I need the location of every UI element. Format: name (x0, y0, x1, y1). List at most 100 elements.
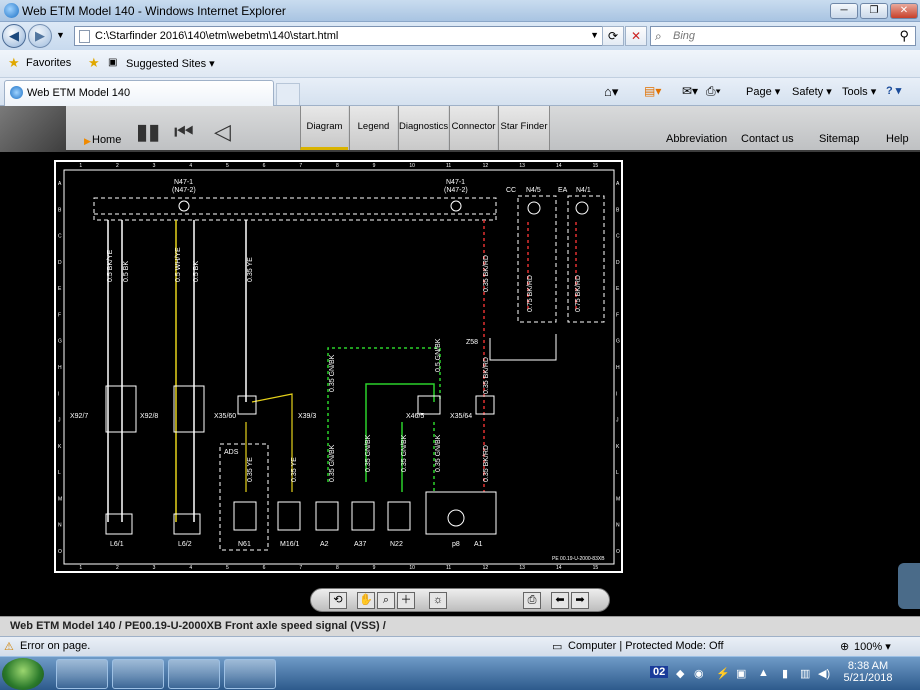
contact-link[interactable]: Contact us (741, 133, 794, 145)
tab-diagnostics[interactable]: Diagnostics (398, 106, 448, 150)
search-icon[interactable]: ⚲ (899, 28, 909, 44)
tray-icon[interactable]: ▣ (736, 667, 746, 680)
taskbar-media-icon[interactable] (168, 659, 220, 689)
search-placeholder: Bing (673, 30, 696, 42)
tools-menu[interactable]: Tools ▾ (842, 85, 876, 98)
abbreviation-link[interactable]: Abbreviation (666, 133, 727, 145)
home-icon[interactable]: ⌂▾ (604, 84, 618, 100)
column-number: 9 (373, 163, 376, 169)
volume-icon[interactable]: ◀) (818, 667, 830, 680)
previous-icon[interactable]: ⬅ (551, 592, 569, 609)
print-icon[interactable]: ⎙ (523, 592, 541, 609)
tray-icon[interactable]: ◆ (676, 667, 684, 680)
tab-diagram[interactable]: Diagram (300, 106, 348, 150)
column-number: 13 (519, 565, 525, 571)
label-n22: N22 (390, 541, 403, 548)
label-x92-8: X92/8 (140, 413, 158, 420)
label-n47-left: N47-1 (174, 179, 193, 186)
page-menu[interactable]: Page ▾ (746, 85, 780, 98)
warning-icon[interactable]: ⚠ (4, 640, 14, 653)
clock[interactable]: 8:38 AM 5/21/2018 (838, 660, 898, 684)
component-n22 (387, 501, 411, 531)
wire-label: 0.75 BK/RD (527, 275, 534, 312)
sitemap-link[interactable]: Sitemap (819, 133, 859, 145)
start-button[interactable] (2, 658, 44, 690)
row-letter: J (58, 418, 61, 424)
column-number: 13 (519, 163, 525, 169)
tray-icon[interactable]: ◉ (694, 667, 704, 680)
address-bar[interactable]: C:\Starfinder 2016\140\etm\webetm\140\st… (74, 26, 604, 46)
row-letter: O (58, 549, 62, 555)
language-indicator[interactable]: 02 (650, 666, 669, 678)
column-number: 5 (226, 565, 229, 571)
book-icon[interactable]: ▮▮ (136, 119, 160, 145)
safety-menu[interactable]: Safety ▾ (792, 85, 832, 98)
print-icon[interactable]: ⎙▾ (706, 84, 721, 99)
wire-label: 0.5 BK (123, 261, 130, 282)
column-number: 1 (79, 565, 82, 571)
battery-icon[interactable]: ▮ (782, 667, 788, 680)
zoom-level[interactable]: 100% ▾ (854, 640, 891, 653)
label-x46-5: X46/5 (406, 413, 424, 420)
tray-icon[interactable]: ⚡ (716, 667, 730, 680)
refresh-button[interactable]: ⟳ (602, 26, 624, 46)
row-letter: F (58, 312, 61, 318)
column-number: 12 (483, 163, 489, 169)
search-box[interactable]: ⌕ Bing ⚲ (650, 26, 916, 46)
wiring-diagram[interactable]: 1 1 2 2 3 3 4 4 5 5 6 6 7 7 8 8 9 9 10 10 11 11 12 12 13 13 14 14 15… (54, 160, 623, 573)
label-ea: EA (558, 187, 568, 194)
previous-page-icon[interactable]: ◁ (214, 119, 231, 145)
browser-tab[interactable]: Web ETM Model 140 (4, 80, 274, 106)
tab-connector[interactable]: Connector (449, 106, 497, 150)
network-icon[interactable]: ▥ (800, 667, 810, 680)
row-letter: A (58, 181, 62, 187)
close-button[interactable]: ✕ (890, 3, 918, 19)
mail-icon[interactable]: ✉▾ (682, 84, 698, 98)
address-dropdown-icon[interactable]: ▼ (590, 30, 599, 40)
wire-label: 0.35 GN/BK (401, 434, 408, 472)
n4-5-module (517, 195, 557, 323)
label-p8: p8 (452, 541, 460, 548)
zoom-icon[interactable]: ⌕ (377, 592, 395, 609)
tray-icon[interactable]: ▲ (758, 667, 769, 679)
label-n47-left2: (N47-2) (172, 187, 196, 194)
internet-explorer-icon (4, 3, 19, 18)
column-number: 15 (593, 163, 599, 169)
stop-button[interactable]: ✕ (625, 26, 647, 46)
component-a37 (351, 501, 375, 531)
first-page-icon[interactable]: ⏮ (174, 119, 194, 145)
suggested-sites-link[interactable]: Suggested Sites ▾ (126, 57, 215, 70)
tab-star-finder[interactable]: Star Finder (498, 106, 550, 150)
history-dropdown-icon[interactable]: ▼ (56, 30, 65, 40)
forward-button[interactable]: ▶ (28, 24, 52, 48)
logo (0, 106, 66, 152)
help-link[interactable]: Help (886, 133, 909, 145)
new-tab-button[interactable] (276, 83, 300, 105)
sensor-icon (178, 200, 190, 212)
connector-x92-8 (173, 385, 205, 433)
maximize-button[interactable]: ❐ (860, 3, 888, 19)
side-panel-tab[interactable] (898, 563, 920, 609)
taskbar: 02 ◆ ◉ ⚡ ▣ ▲ ▮ ▥ ◀) 8:38 AM 5/21/2018 (0, 656, 920, 690)
tab-legend[interactable]: Legend (349, 106, 397, 150)
pan-hand-icon[interactable]: ✋ (357, 592, 375, 609)
row-letter: F (616, 312, 619, 318)
wire-label: 0.5 BK (193, 261, 200, 282)
favorites-button[interactable]: Favorites (26, 57, 71, 69)
label-l6-2: L6/2 (178, 541, 192, 548)
taskbar-teamviewer-icon[interactable] (224, 659, 276, 689)
next-icon[interactable]: ➡ (571, 592, 589, 609)
minimize-button[interactable]: ─ (830, 3, 858, 19)
crosshair-icon[interactable]: ＋ (397, 592, 415, 609)
back-button[interactable]: ◀ (2, 24, 26, 48)
add-favorite-icon[interactable]: ★ (88, 55, 100, 71)
document-status-bar: Web ETM Model 140 / PE00.19-U-2000XB Fro… (0, 616, 920, 636)
lightbulb-icon[interactable]: ☼ (429, 592, 447, 609)
taskbar-explorer-icon[interactable] (112, 659, 164, 689)
feeds-icon[interactable]: ▤▾ (644, 84, 661, 98)
help-menu[interactable]: ? ▾ (886, 84, 901, 97)
error-text[interactable]: Error on page. (20, 640, 90, 652)
fit-icon[interactable]: ⟲ (329, 592, 347, 609)
home-link[interactable]: Home (92, 134, 121, 146)
taskbar-ie-icon[interactable] (56, 659, 108, 689)
